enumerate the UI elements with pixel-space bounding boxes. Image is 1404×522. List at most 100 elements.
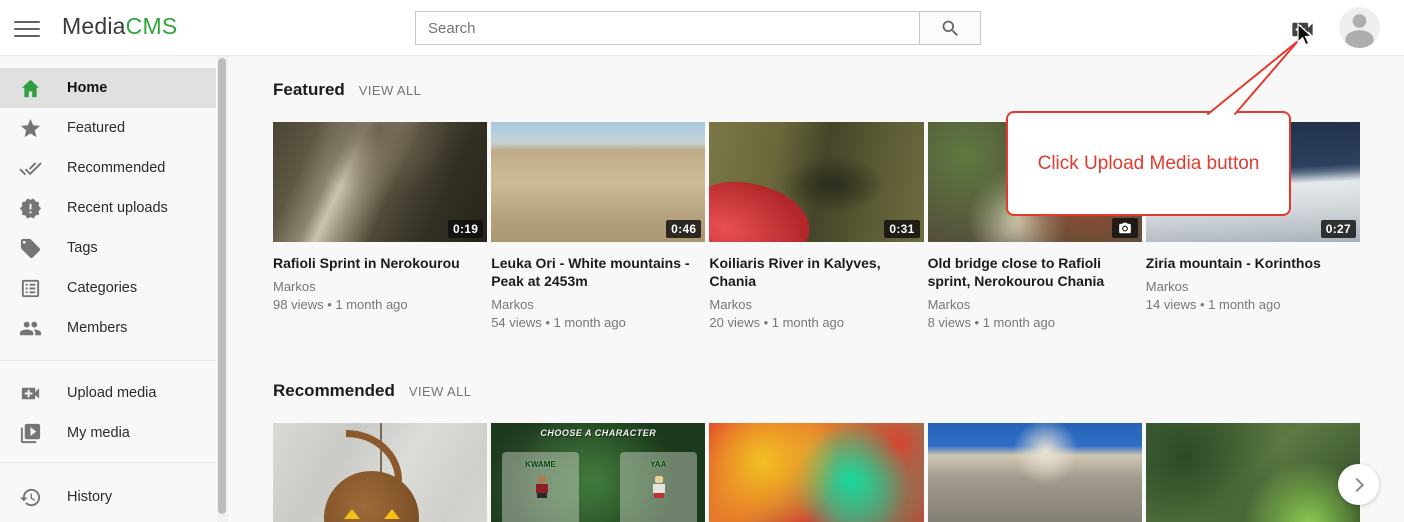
video-author[interactable]: Markos [928,297,1142,313]
video-title[interactable]: Leuka Ori - White mountains - Peak at 24… [491,254,705,290]
section-title: Recommended [273,381,395,401]
decor [324,471,418,522]
sidebar-item-my-media[interactable]: My media [0,413,216,453]
history-icon [18,485,42,509]
top-bar: MediaCMS [0,0,1404,56]
sidebar-item-label: Featured [67,120,125,136]
sidebar-item-label: My media [67,425,130,441]
recommended-section: Recommended VIEW ALL CHOOSE A CHARACTER [273,381,1360,522]
video-title[interactable]: Ziria mountain - Korinthos [1146,254,1360,272]
video-card[interactable] [1146,423,1360,522]
camera-icon [1112,218,1138,238]
sidebar-divider [0,360,216,361]
chevron-right-icon [1350,477,1364,491]
thumbnail-text: YAA [620,460,697,469]
video-library-icon [18,421,42,445]
thumbnail-text: KWAME [502,460,579,469]
video-thumbnail[interactable]: 0:31 [709,122,923,242]
sidebar-item-label: Recent uploads [67,200,168,216]
video-thumbnail[interactable]: 0:19 [273,122,487,242]
video-meta: 98 views • 1 month ago [273,297,487,313]
video-card[interactable]: 0:19 Rafioli Sprint in Nerokourou Markos… [273,122,487,331]
recommended-card-row: CHOOSE A CHARACTER KWAME YAA Selected Se… [273,423,1360,522]
sidebar-item-label: History [67,489,112,505]
upload-media-icon [1289,16,1316,43]
video-card[interactable] [273,423,487,522]
video-author[interactable]: Markos [273,279,487,295]
logo-cms-text: CMS [126,13,178,39]
tag-icon [18,236,42,260]
view-all-link[interactable]: VIEW ALL [359,83,421,98]
section-title: Featured [273,80,345,100]
video-card[interactable]: 0:31 Koiliaris River in Kalyves, Chania … [709,122,923,331]
video-meta: 54 views • 1 month ago [491,315,705,331]
video-author[interactable]: Markos [491,297,705,313]
duration-badge: 0:19 [448,220,483,238]
sidebar-item-members[interactable]: Members [0,308,216,348]
video-call-icon [18,381,42,405]
upload-media-button[interactable] [1289,16,1316,43]
video-thumbnail[interactable]: 0:46 [491,122,705,242]
decor [536,476,548,498]
decor [344,509,360,519]
person-icon [1339,7,1380,48]
logo-media-text: Media [62,13,126,39]
thumbnail-text: CHOOSE A CHARACTER [491,428,705,438]
view-all-link[interactable]: VIEW ALL [409,384,471,399]
duration-badge: 0:27 [1321,220,1356,238]
video-author[interactable]: Markos [1146,279,1360,295]
sidebar-item-upload-media[interactable]: Upload media [0,373,216,413]
sidebar-item-home[interactable]: Home [0,68,216,108]
sidebar-item-label: Categories [67,280,137,296]
double-check-icon [18,156,42,180]
video-meta: 20 views • 1 month ago [709,315,923,331]
sidebar-item-featured[interactable]: Featured [0,108,216,148]
hamburger-menu-icon[interactable] [14,16,40,40]
decor [384,509,400,519]
new-releases-icon [18,196,42,220]
sidebar-item-label: Tags [67,240,98,256]
people-icon [18,316,42,340]
video-title[interactable]: Koiliaris River in Kalyves, Chania [709,254,923,290]
app-logo[interactable]: MediaCMS [62,13,177,40]
sidebar-item-label: Members [67,320,127,336]
duration-badge: 0:46 [666,220,701,238]
sidebar-divider [0,462,216,463]
carousel-next-button[interactable] [1338,464,1379,505]
search-bar [415,11,981,45]
sidebar-item-recommended[interactable]: Recommended [0,148,216,188]
list-icon [18,276,42,300]
user-avatar[interactable] [1339,7,1380,48]
video-author[interactable]: Markos [709,297,923,313]
sidebar-item-label: Home [67,80,107,96]
duration-badge: 0:31 [884,220,919,238]
sidebar-item-categories[interactable]: Categories [0,268,216,308]
video-card[interactable]: 0:46 Leuka Ori - White mountains - Peak … [491,122,705,331]
sidebar-item-label: Recommended [67,160,165,176]
video-thumbnail[interactable] [709,423,923,522]
video-meta: 8 views • 1 month ago [928,315,1142,331]
video-card[interactable] [928,423,1142,522]
video-thumbnail[interactable]: CHOOSE A CHARACTER KWAME YAA Selected Se… [491,423,705,522]
video-card[interactable] [709,423,923,522]
star-icon [18,116,42,140]
video-meta: 14 views • 1 month ago [1146,297,1360,313]
sidebar-scrollbar-thumb[interactable] [218,58,226,514]
video-thumbnail[interactable] [1146,423,1360,522]
sidebar-item-recent-uploads[interactable]: Recent uploads [0,188,216,228]
callout-text: Click Upload Media button [1038,153,1260,175]
sidebar-scrollbar[interactable] [217,56,228,522]
video-title[interactable]: Old bridge close to Rafioli sprint, Nero… [928,254,1142,290]
video-title[interactable]: Rafioli Sprint in Nerokourou [273,254,487,272]
search-icon [940,18,961,39]
search-button[interactable] [919,11,981,45]
sidebar-item-tags[interactable]: Tags [0,228,216,268]
video-card[interactable]: CHOOSE A CHARACTER KWAME YAA Selected Se… [491,423,705,522]
sidebar-item-history[interactable]: History [0,477,216,517]
sidebar: Home Featured Recommended Recent uploads… [0,56,216,522]
video-thumbnail[interactable] [273,423,487,522]
video-thumbnail[interactable] [928,423,1142,522]
home-icon [18,76,42,100]
search-input[interactable] [415,11,919,45]
sidebar-item-label: Upload media [67,385,156,401]
